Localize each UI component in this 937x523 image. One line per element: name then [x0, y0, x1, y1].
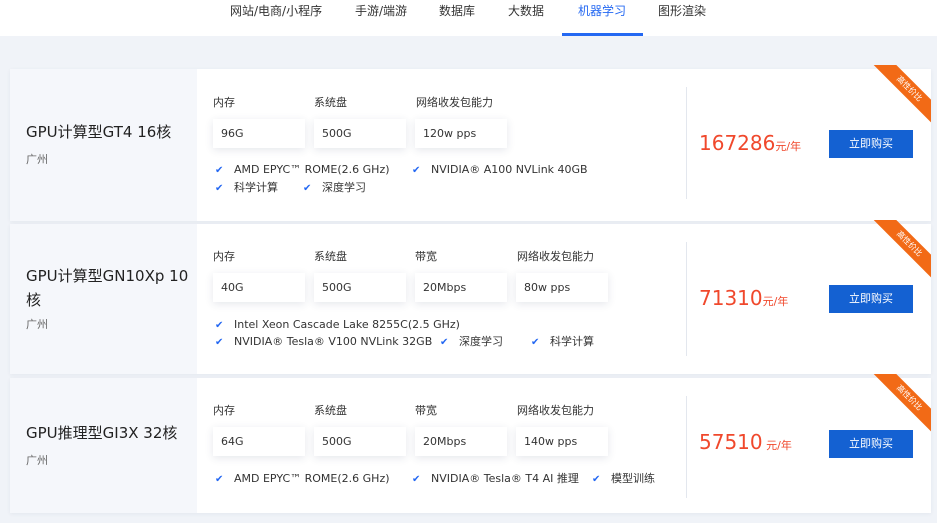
field-label-memory: 内存 [213, 404, 235, 417]
field-label-system-disk: 系统盘 [314, 404, 347, 417]
field-value-memory: 96G [213, 119, 305, 148]
field-value-memory: 40G [213, 273, 305, 302]
buy-now-button[interactable]: 立即购买 [829, 430, 913, 458]
feature-item: ✔ 科学计算 [215, 181, 278, 194]
price-unit: 元/年 [762, 439, 792, 452]
check-icon: ✔ [215, 165, 224, 176]
feature-item: ✔ NVIDIA® Tesla® V100 NVLink 32GB [215, 335, 433, 348]
product-region: 广州 [26, 318, 48, 331]
field-value-pps: 80w pps [516, 273, 608, 302]
price-unit: 元/年 [762, 295, 789, 308]
feature-item: ✔ 科学计算 [531, 335, 594, 348]
check-icon: ✔ [303, 183, 312, 194]
field-label-memory: 内存 [213, 250, 235, 263]
best-value-ribbon: 高性价比 [871, 65, 931, 125]
divider [686, 396, 687, 498]
divider [686, 242, 687, 356]
check-icon: ✔ [592, 474, 601, 485]
best-value-ribbon: 高性价比 [871, 220, 931, 280]
active-tab-indicator [562, 33, 643, 36]
best-value-ribbon: 高性价比 [871, 374, 931, 434]
price: 57510 元/年 [699, 430, 792, 454]
product-name: GPU计算型GN10Xp 10核 [26, 267, 189, 309]
field-value-pps: 140w pps [516, 427, 608, 456]
field-value-pps: 120w pps [415, 119, 507, 148]
feature-item: ✔ 深度学习 [303, 181, 366, 194]
feature-item: ✔ AMD EPYC™ ROME(2.6 GHz) [215, 472, 390, 485]
tab-big-data[interactable]: 大数据 [508, 0, 544, 36]
price-value: 57510 [699, 430, 763, 454]
product-name: GPU推理型GI3X 32核 [26, 424, 178, 442]
buy-now-button[interactable]: 立即购买 [829, 130, 913, 158]
check-icon: ✔ [215, 337, 224, 348]
tab-games[interactable]: 手游/端游 [355, 0, 407, 36]
field-value-system-disk: 500G [314, 273, 406, 302]
check-icon: ✔ [412, 474, 421, 485]
price-value: 167286 [699, 131, 776, 155]
field-label-system-disk: 系统盘 [314, 250, 347, 263]
tab-graphics-rendering[interactable]: 图形渲染 [658, 0, 706, 36]
divider [686, 87, 687, 199]
check-icon: ✔ [440, 337, 449, 348]
feature-item: ✔ NVIDIA® A100 NVLink 40GB [412, 163, 588, 176]
check-icon: ✔ [215, 183, 224, 194]
field-value-memory: 64G [213, 427, 305, 456]
check-icon: ✔ [215, 474, 224, 485]
field-label-bandwidth: 带宽 [415, 250, 437, 263]
field-label-pps: 网络收发包能力 [416, 96, 493, 109]
feature-item: ✔ Intel Xeon Cascade Lake 8255C(2.5 GHz) [215, 318, 460, 331]
tab-website-ecommerce[interactable]: 网站/电商/小程序 [230, 0, 322, 36]
feature-item: ✔ NVIDIA® Tesla® T4 AI 推理 [412, 472, 579, 485]
price: 71310元/年 [699, 286, 788, 310]
product-card: GPU计算型GT4 16核 广州 内存 系统盘 网络收发包能力 96G 500G… [10, 65, 931, 221]
field-value-bandwidth: 20Mbps [415, 273, 507, 302]
product-card: GPU推理型GI3X 32核 广州 内存 系统盘 带宽 网络收发包能力 64G … [10, 374, 931, 513]
tab-machine-learning[interactable]: 机器学习 [578, 0, 626, 36]
product-card: GPU计算型GN10Xp 10核 广州 内存 系统盘 带宽 网络收发包能力 40… [10, 220, 931, 374]
price-value: 71310 [699, 286, 763, 310]
feature-item: ✔ 模型训练 [592, 472, 655, 485]
field-value-system-disk: 500G [314, 119, 406, 148]
field-label-pps: 网络收发包能力 [517, 250, 594, 263]
field-value-system-disk: 500G [314, 427, 406, 456]
tab-database[interactable]: 数据库 [439, 0, 475, 36]
product-region: 广州 [26, 454, 48, 467]
field-label-pps: 网络收发包能力 [517, 404, 594, 417]
check-icon: ✔ [412, 165, 421, 176]
product-region: 广州 [26, 153, 48, 166]
product-category-nav: 网站/电商/小程序 手游/端游 数据库 大数据 机器学习 图形渲染 [0, 0, 937, 36]
product-summary [10, 69, 197, 221]
field-label-memory: 内存 [213, 96, 235, 109]
field-label-bandwidth: 带宽 [415, 404, 437, 417]
field-label-system-disk: 系统盘 [314, 96, 347, 109]
product-name: GPU计算型GT4 16核 [26, 123, 172, 141]
check-icon: ✔ [531, 337, 540, 348]
feature-item: ✔ AMD EPYC™ ROME(2.6 GHz) [215, 163, 390, 176]
price: 167286元/年 [699, 131, 801, 155]
feature-item: ✔ 深度学习 [440, 335, 503, 348]
price-unit: 元/年 [775, 140, 802, 153]
product-summary [10, 378, 197, 513]
check-icon: ✔ [215, 320, 224, 331]
field-value-bandwidth: 20Mbps [415, 427, 507, 456]
buy-now-button[interactable]: 立即购买 [829, 285, 913, 313]
